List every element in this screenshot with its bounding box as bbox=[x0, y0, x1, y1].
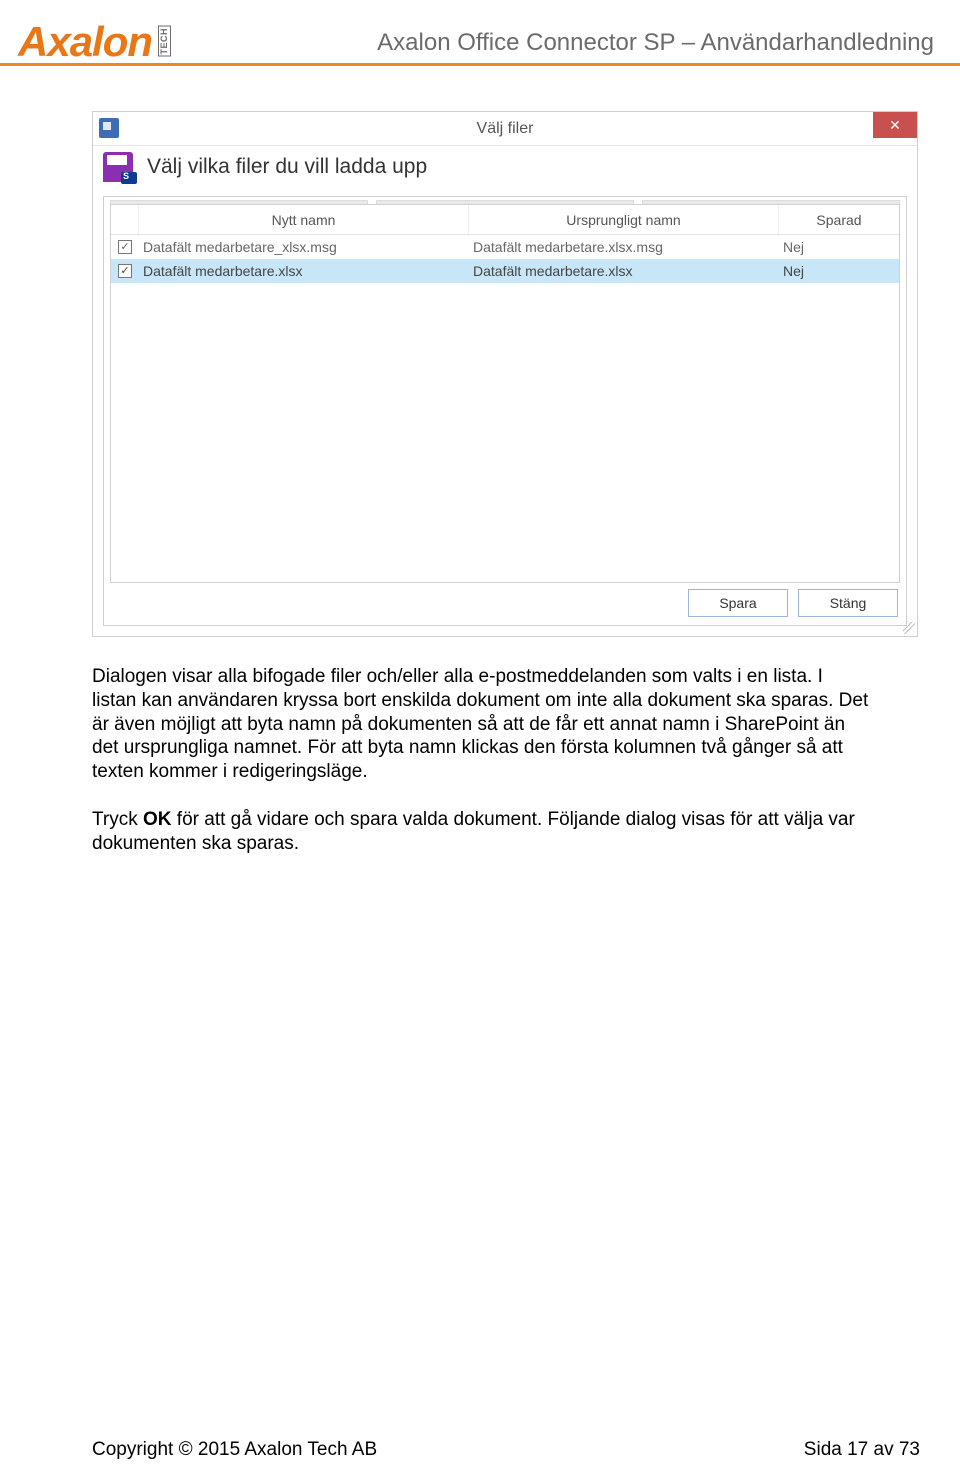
file-table: Nytt namn Ursprungligt namn Sparad ✓ Dat… bbox=[110, 204, 900, 583]
document-title: Axalon Office Connector SP – Användarhan… bbox=[377, 29, 934, 63]
dialog-body: Nytt namn Ursprungligt namn Sparad ✓ Dat… bbox=[103, 196, 907, 626]
cell-orig-name: Datafält medarbetare.xlsx.msg bbox=[469, 239, 779, 255]
brand-logo-tech: TECH bbox=[158, 26, 171, 57]
table-row[interactable]: ✓ Datafält medarbetare_xlsx.msg Datafält… bbox=[111, 235, 899, 259]
close-button[interactable]: ✕ bbox=[873, 112, 917, 138]
body-copy: Dialogen visar alla bifogade filer och/e… bbox=[92, 665, 870, 855]
resize-grip[interactable] bbox=[903, 622, 915, 634]
app-icon bbox=[99, 118, 119, 138]
column-header-saved[interactable]: Sparad bbox=[779, 205, 899, 234]
close-icon: ✕ bbox=[889, 117, 901, 134]
cell-new-name: Datafält medarbetare_xlsx.msg bbox=[139, 239, 469, 255]
save-button[interactable]: Spara bbox=[688, 589, 788, 617]
save-icon bbox=[103, 152, 133, 182]
cell-new-name: Datafält medarbetare.xlsx bbox=[139, 263, 469, 279]
page-footer: Copyright © 2015 Axalon Tech AB Sida 17 … bbox=[92, 1439, 920, 1461]
dialog-titlebar: Välj filer ✕ bbox=[93, 112, 917, 146]
dialog-button-row: Spara Stäng bbox=[104, 589, 906, 625]
close-dialog-button[interactable]: Stäng bbox=[798, 589, 898, 617]
table-row[interactable]: ✓ Datafält medarbetare.xlsx Datafält med… bbox=[111, 259, 899, 283]
body-paragraph-1: Dialogen visar alla bifogade filer och/e… bbox=[92, 665, 870, 784]
column-header-new-name[interactable]: Nytt namn bbox=[139, 205, 469, 234]
dialog-subtitle-row: Välj vilka filer du vill ladda upp bbox=[93, 146, 917, 188]
brand-logo: Axalon TECH bbox=[18, 21, 171, 63]
dialog-title: Välj filer bbox=[477, 120, 534, 138]
row-checkbox[interactable]: ✓ bbox=[118, 240, 132, 254]
page-header: Axalon TECH Axalon Office Connector SP –… bbox=[0, 0, 960, 66]
cell-saved: Nej bbox=[779, 263, 899, 279]
column-header-check bbox=[111, 205, 139, 234]
footer-page-info: Sida 17 av 73 bbox=[804, 1439, 920, 1461]
dialog-subtitle: Välj vilka filer du vill ladda upp bbox=[147, 155, 427, 179]
table-header: Nytt namn Ursprungligt namn Sparad bbox=[111, 205, 899, 235]
brand-logo-text: Axalon bbox=[18, 21, 152, 63]
dialog-window: Välj filer ✕ Välj vilka filer du vill la… bbox=[92, 111, 918, 637]
row-checkbox[interactable]: ✓ bbox=[118, 264, 132, 278]
cell-orig-name: Datafält medarbetare.xlsx bbox=[469, 263, 779, 279]
body-paragraph-2: Tryck OK för att gå vidare och spara val… bbox=[92, 808, 870, 856]
cell-saved: Nej bbox=[779, 239, 899, 255]
column-header-orig-name[interactable]: Ursprungligt namn bbox=[469, 205, 779, 234]
footer-copyright: Copyright © 2015 Axalon Tech AB bbox=[92, 1439, 377, 1461]
